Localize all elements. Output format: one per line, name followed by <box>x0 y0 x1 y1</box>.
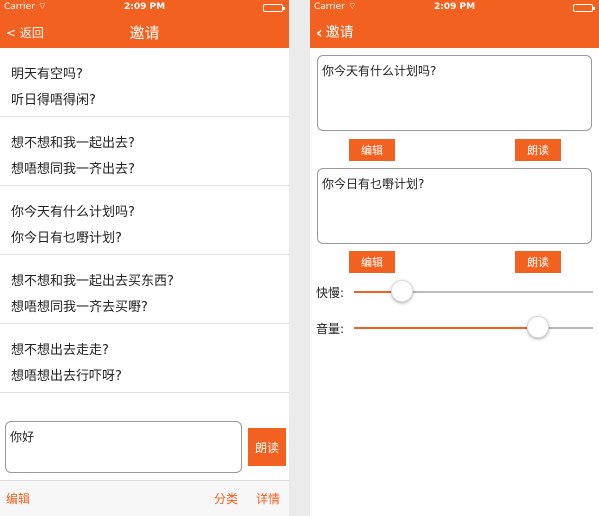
right-screen: Carrier ⌔ 2:09 PM ‹ 邀请 你今天有什么计划吗? 编辑 朗读 … <box>310 0 599 516</box>
details-button[interactable]: 详情 <box>256 490 280 507</box>
list-item[interactable]: 想不想出去走走? 想唔想出去行吓呀? <box>0 324 289 393</box>
category-button[interactable]: 分类 <box>214 490 238 507</box>
cantonese-text: 想唔想出去行吓呀? <box>11 369 122 384</box>
cantonese-text: 听日得唔得闲? <box>11 93 96 108</box>
edit-button[interactable]: 编辑 <box>6 490 30 507</box>
edit-mandarin-button[interactable]: 编辑 <box>349 139 395 161</box>
volume-slider-fill <box>354 327 539 329</box>
speed-slider-track[interactable] <box>354 280 593 302</box>
speed-label: 快慢: <box>316 286 345 300</box>
back-button[interactable]: ‹ 邀请 <box>316 22 354 42</box>
volume-slider-thumb[interactable] <box>527 316 550 338</box>
list-item[interactable]: 明天有空吗? 听日得唔得闲? <box>0 48 289 117</box>
phrase-list: 明天有空吗? 听日得唔得闲? 想不想和我一起出去? 想唔想同我一齐出去? 你今天… <box>0 48 289 393</box>
battery-icon <box>263 4 285 12</box>
mandarin-text: 你今天有什么计划吗? <box>11 205 135 220</box>
volume-slider-row: 音量: <box>316 316 593 340</box>
speed-slider-row: 快慢: <box>316 280 593 304</box>
read-mandarin-button[interactable]: 朗读 <box>515 139 561 161</box>
page-title: 邀请 <box>129 24 160 42</box>
mandarin-text: 想不想和我一起出去买东西? <box>11 274 174 289</box>
phrase-input[interactable]: 你好 <box>5 421 242 473</box>
mandarin-text: 想不想和我一起出去? <box>11 136 135 151</box>
cantonese-textbox[interactable]: 你今日有乜嘢计划? <box>317 168 592 244</box>
read-aloud-button[interactable]: 朗读 <box>248 428 286 466</box>
status-bar: Carrier ⌔ 2:09 PM <box>0 0 289 16</box>
mandarin-textbox[interactable]: 你今天有什么计划吗? <box>317 55 592 131</box>
mandarin-text: 想不想出去走走? <box>11 343 109 358</box>
battery-icon <box>573 4 595 12</box>
nav-bar: < 返回 邀请 <box>0 16 289 48</box>
status-time: 2:09 PM <box>433 2 476 12</box>
cantonese-text: 你今日有乜嘢计划? <box>11 231 122 246</box>
bottom-toolbar: 编辑 分类 详情 <box>0 480 289 516</box>
volume-slider-track[interactable] <box>354 316 593 338</box>
edit-cantonese-button[interactable]: 编辑 <box>349 251 395 273</box>
status-time: 2:09 PM <box>123 2 166 12</box>
back-label: 邀请 <box>325 25 354 41</box>
list-item[interactable]: 想不想和我一起出去? 想唔想同我一齐出去? <box>0 117 289 186</box>
left-screen: Carrier ⌔ 2:09 PM < 返回 邀请 明天有空吗? 听日得唔得闲?… <box>0 0 289 516</box>
status-bar: Carrier ⌔ 2:09 PM <box>310 0 599 16</box>
chevron-left-icon: ‹ <box>316 22 323 42</box>
speed-slider-thumb[interactable] <box>390 280 413 302</box>
cantonese-text: 想唔想同我一齐出去? <box>11 162 135 177</box>
nav-bar: ‹ 邀请 <box>310 16 599 48</box>
read-cantonese-button[interactable]: 朗读 <box>515 251 561 273</box>
list-item[interactable]: 你今天有什么计划吗? 你今日有乜嘢计划? <box>0 186 289 255</box>
cantonese-text: 想唔想同我一齐去买嘢? <box>11 300 148 315</box>
list-item[interactable]: 想不想和我一起出去买东西? 想唔想同我一齐去买嘢? <box>0 255 289 324</box>
mandarin-text: 明天有空吗? <box>11 67 83 82</box>
volume-label: 音量: <box>316 322 345 336</box>
